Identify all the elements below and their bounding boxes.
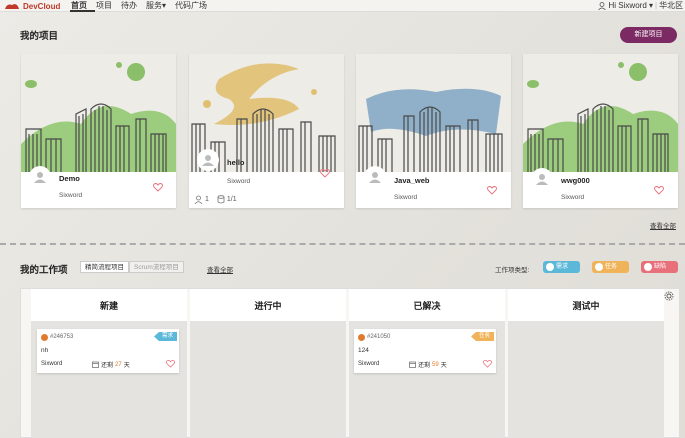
work-item-type-tag: 需求 xyxy=(153,332,177,341)
person-icon xyxy=(34,172,46,183)
nav-services[interactable]: 服务▾ xyxy=(145,0,174,12)
heart-icon[interactable] xyxy=(320,168,330,178)
region-selector[interactable]: | 华北区 xyxy=(655,0,685,11)
tab-simple-process[interactable]: 精简流程项目 xyxy=(80,261,129,273)
project-owner: Sixword xyxy=(227,178,251,185)
person-icon xyxy=(202,155,214,166)
work-item-card[interactable]: #246753 需求 nh Sixword 还剩 27 天 xyxy=(37,329,179,373)
user-icon xyxy=(597,1,606,10)
blue-city-illustration xyxy=(356,54,511,172)
project-owner: Sixword xyxy=(394,194,418,201)
work-item-title[interactable]: nh xyxy=(41,347,48,354)
column-header: 新建 xyxy=(31,289,187,321)
project-card-java-web[interactable]: Java_web Sixword xyxy=(356,54,511,208)
nav-code-square[interactable]: 代码广场 xyxy=(174,0,215,12)
projects-title: 我的项目 xyxy=(20,31,59,42)
project-name[interactable]: Java_web xyxy=(394,176,429,185)
person-icon xyxy=(536,174,548,185)
user-greeting: Hi Sixword ▾ xyxy=(608,1,653,10)
region-label: 华北区 xyxy=(659,1,684,10)
work-item-due: 还剩 59 天 xyxy=(409,360,447,369)
heart-icon[interactable] xyxy=(166,359,175,368)
priority-dot xyxy=(41,334,48,341)
nav-home[interactable]: 首页 xyxy=(70,0,95,12)
work-item-owner: Sixword xyxy=(41,361,63,367)
top-bar: DevCloud 首页 项目 待办 服务▾ 代码广场 Hi Sixword ▾ … xyxy=(0,0,685,12)
project-avatar xyxy=(531,168,553,190)
type-filter-requirement[interactable]: 需求 xyxy=(543,261,580,273)
heart-icon[interactable] xyxy=(153,182,163,192)
project-avatar xyxy=(197,149,219,171)
priority-dot xyxy=(358,334,365,341)
project-owner: Sixword xyxy=(561,194,585,201)
new-project-button[interactable]: 新建项目 xyxy=(620,27,677,43)
brand-logo[interactable]: DevCloud xyxy=(4,1,60,11)
calendar-icon xyxy=(92,361,99,368)
project-card-demo[interactable]: Demo Sixword xyxy=(21,54,176,208)
work-item-type-tag: 任务 xyxy=(470,332,494,341)
work-item-card[interactable]: #241050 任务 124 Sixword 还剩 59 天 xyxy=(354,329,496,373)
check-icon xyxy=(546,263,554,271)
type-filter-bug[interactable]: 缺陷 xyxy=(641,261,678,273)
repo-count: 1/1 xyxy=(217,195,237,204)
green-city-illustration xyxy=(523,54,678,172)
brand-name: DevCloud xyxy=(23,1,61,11)
heart-icon[interactable] xyxy=(483,359,492,368)
gear-icon[interactable] xyxy=(664,291,674,301)
work-item-id: #241050 xyxy=(367,334,391,340)
see-all-projects-link[interactable]: 查看全部 xyxy=(650,220,676,230)
project-avatar xyxy=(29,166,51,188)
project-name[interactable]: hello xyxy=(227,158,245,167)
person-icon xyxy=(369,172,381,183)
nav-projects[interactable]: 项目 xyxy=(95,0,120,12)
column-in-progress: 进行中 xyxy=(190,289,346,438)
database-icon xyxy=(217,195,225,204)
project-name[interactable]: wwg000 xyxy=(561,176,590,185)
project-name[interactable]: Demo xyxy=(59,174,80,183)
green-city-illustration xyxy=(21,54,176,172)
check-icon xyxy=(595,263,603,271)
column-header: 测试中 xyxy=(508,289,664,321)
member-icon xyxy=(194,195,203,204)
tab-scrum-process[interactable]: Scrum流程项目 xyxy=(129,261,184,273)
column-body xyxy=(508,321,664,438)
check-icon xyxy=(644,263,652,271)
project-card-hello[interactable]: hello Sixword 1 1/1 xyxy=(189,54,344,208)
calendar-icon xyxy=(409,361,416,368)
column-header: 已解决 xyxy=(349,289,505,321)
project-owner: Sixword xyxy=(59,192,83,199)
project-stats: 1 1/1 xyxy=(194,195,237,204)
work-items-title: 我的工作项 xyxy=(20,265,68,276)
member-count: 1 xyxy=(194,195,209,204)
nav-todo[interactable]: 待办 xyxy=(120,0,145,12)
main-nav: 首页 项目 待办 服务▾ 代码广场 xyxy=(70,0,215,12)
column-body xyxy=(190,321,346,438)
section-divider xyxy=(0,243,685,245)
heart-icon[interactable] xyxy=(487,185,497,195)
column-testing: 测试中 xyxy=(508,289,664,438)
work-item-due: 还剩 27 天 xyxy=(92,360,130,369)
work-item-types-label: 工作项类型: xyxy=(495,267,530,274)
user-divider: | xyxy=(655,1,658,10)
user-menu[interactable]: Hi Sixword ▾ xyxy=(597,0,653,11)
cloud-logo-icon xyxy=(5,4,19,9)
work-item-id: #246753 xyxy=(50,334,74,340)
project-avatar xyxy=(364,166,386,188)
heart-icon[interactable] xyxy=(654,185,664,195)
work-item-title[interactable]: 124 xyxy=(358,347,369,354)
work-item-owner: Sixword xyxy=(358,361,380,367)
column-header: 进行中 xyxy=(190,289,346,321)
process-tabs: 精简流程项目 Scrum流程项目 xyxy=(80,261,184,273)
type-filter-task[interactable]: 任务 xyxy=(592,261,629,273)
project-card-wwg000[interactable]: wwg000 Sixword xyxy=(523,54,678,208)
see-all-work-items-link[interactable]: 查看全部 xyxy=(207,264,233,274)
